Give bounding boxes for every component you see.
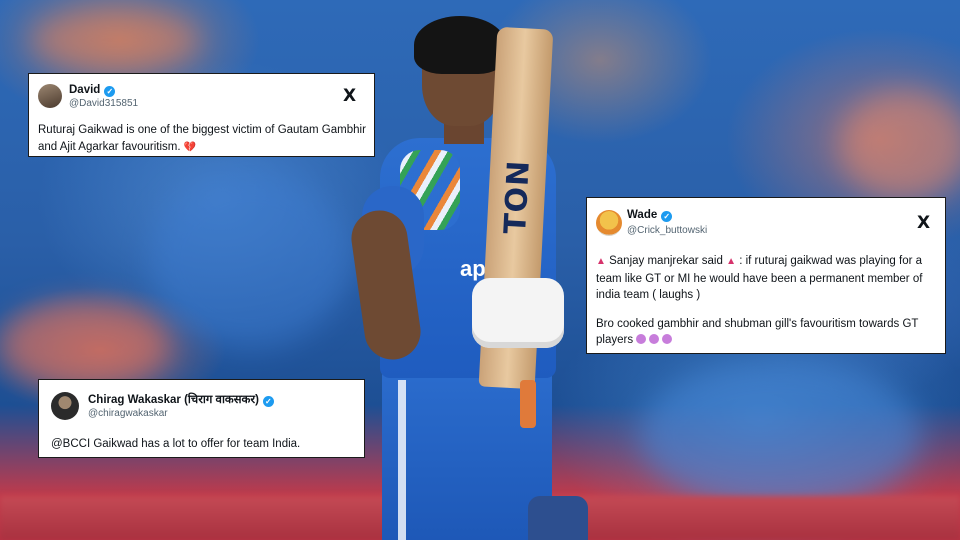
batting-glove <box>472 278 564 348</box>
crowd-flag-blur <box>0 300 170 390</box>
bat-brand-logo: TON <box>498 159 537 235</box>
broken-heart-icon: 💔 <box>183 141 197 153</box>
tweet-text: Ruturaj Gaikwad is one of the biggest vi… <box>38 122 368 156</box>
verified-badge-icon: ✓ <box>262 396 274 407</box>
tweet-card-wade[interactable]: Wade ✓ @Crick_buttowski X ▲ Sanjay manjre… <box>586 197 946 354</box>
laughing-face-icon <box>649 334 660 344</box>
verified-badge-icon: ✓ <box>104 86 116 97</box>
player-hair <box>414 16 506 74</box>
tweet-author-handle[interactable]: @Crick_buttowski <box>627 225 707 236</box>
crowd-blur <box>150 170 350 350</box>
batsman-figure: apollo TON <box>340 10 620 540</box>
x-logo-icon[interactable]: X <box>343 88 356 105</box>
avatar[interactable] <box>38 84 62 108</box>
x-logo-icon[interactable]: X <box>917 215 930 232</box>
bat-handle <box>520 380 536 428</box>
crowd-blur <box>640 360 920 510</box>
tweet-card-david[interactable]: David ✓ @David315851 X Ruturaj Gaikwad is… <box>28 73 375 157</box>
trouser-stripe <box>398 380 406 540</box>
batting-pad <box>528 496 588 540</box>
laughing-face-icon <box>662 334 673 344</box>
tweet-text-content: Ruturaj Gaikwad is one of the biggest vi… <box>38 124 366 153</box>
tweet-card-chirag[interactable]: Chirag Wakaskar (चिराग वाकसकर) ✓ @chiragw… <box>38 379 365 458</box>
tweet-author-name[interactable]: Wade ✓ <box>627 209 673 222</box>
avatar[interactable] <box>596 210 622 236</box>
tweet-text-part: Sanjay manjrekar said <box>609 255 723 267</box>
party-popper-icon: ▲ <box>596 256 606 267</box>
laughing-face-icon <box>636 334 647 344</box>
crowd-flag-blur <box>30 10 200 70</box>
tweet-author-name[interactable]: Chirag Wakaskar (चिराग वाकसकर) ✓ <box>88 392 274 407</box>
tweet-text: ▲ Sanjay manjrekar said ▲ : if ruturaj g… <box>596 253 942 349</box>
tweet-author-handle[interactable]: @chiragwakaskar <box>88 408 168 419</box>
party-popper-icon: ▲ <box>726 256 736 267</box>
verified-badge-icon: ✓ <box>661 211 673 222</box>
crowd-flag-blur <box>840 90 960 200</box>
tweet-author-name[interactable]: David ✓ <box>69 84 116 97</box>
avatar[interactable] <box>51 392 79 420</box>
tweet-author-handle[interactable]: @David315851 <box>69 98 138 109</box>
tweet-text: @BCCI Gaikwad has a lot to offer for tea… <box>51 438 301 450</box>
